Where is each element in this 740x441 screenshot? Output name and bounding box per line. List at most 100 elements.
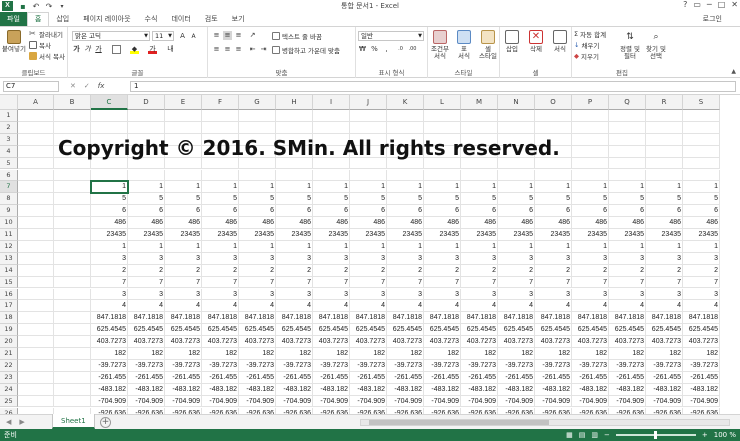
column-header-g[interactable]: G [239,95,276,110]
cell-o1[interactable] [535,110,572,122]
cell-o19[interactable]: 625.4545 [535,324,572,337]
cell-c6[interactable] [91,169,128,182]
cell-b21[interactable] [54,348,91,360]
cell-f24[interactable]: -483.182 [202,383,239,396]
cell-k2[interactable] [387,121,424,134]
cell-r6[interactable] [646,169,683,182]
cell-f9[interactable]: 6 [202,205,239,218]
cell-p22[interactable]: -39.7273 [572,359,609,372]
cell-a19[interactable] [18,324,54,337]
column-header-p[interactable]: P [572,95,609,110]
cell-q3[interactable] [609,133,646,146]
cell-n17[interactable]: 4 [498,300,535,313]
cell-n6[interactable] [498,169,535,182]
paste-button[interactable]: 붙여넣기 [2,30,26,53]
cell-d9[interactable]: 6 [128,205,165,218]
merge-center-button[interactable]: 병합하고 가운데 맞춤 [272,45,340,55]
cell-c1[interactable] [91,110,128,122]
cell-k25[interactable]: -704.909 [387,395,424,408]
cell-d19[interactable]: 625.4545 [128,324,165,337]
row-header-10[interactable]: 10 [0,217,18,229]
cell-j9[interactable]: 6 [350,205,387,218]
cell-i18[interactable]: 847.1818 [313,312,350,325]
cell-i16[interactable]: 3 [313,288,350,301]
cell-i14[interactable]: 2 [313,264,350,277]
cell-d14[interactable]: 2 [128,264,165,277]
cell-h20[interactable]: 403.7273 [276,336,313,348]
cell-a15[interactable] [18,276,54,289]
cell-c24[interactable]: -483.182 [91,383,128,396]
cell-i9[interactable]: 6 [313,205,350,218]
increase-font-icon[interactable]: A [178,32,187,41]
clear-button[interactable]: ◆ 지우기 [574,51,599,61]
cell-p23[interactable]: -261.455 [572,371,609,384]
cell-g14[interactable]: 2 [239,264,276,277]
cell-o24[interactable]: -483.182 [535,383,572,396]
cell-j2[interactable] [350,121,387,134]
cell-e2[interactable] [165,121,202,134]
column-header-e[interactable]: E [165,95,202,110]
cell-l12[interactable]: 1 [424,240,461,253]
cell-k17[interactable]: 4 [387,300,424,313]
cell-l2[interactable] [424,121,461,134]
cell-n21[interactable]: 182 [498,348,535,360]
align-left-icon[interactable]: ≡ [212,45,221,54]
cell-a10[interactable] [18,217,54,229]
font-size-select[interactable]: 11 ▼ [152,31,174,41]
cell-j18[interactable]: 847.1818 [350,312,387,325]
cell-c19[interactable]: 625.4545 [91,324,128,337]
cell-d13[interactable]: 3 [128,252,165,265]
cell-l25[interactable]: -704.909 [424,395,461,408]
cell-o25[interactable]: -704.909 [535,395,572,408]
cell-n15[interactable]: 7 [498,276,535,289]
cell-r2[interactable] [646,121,683,134]
number-format-select[interactable]: 일반 ▼ [358,31,424,41]
cell-h10[interactable]: 486 [276,217,313,229]
cell-h19[interactable]: 625.4545 [276,324,313,337]
fill-button[interactable]: ↓ 채우기 [574,40,599,50]
row-header-6[interactable]: 6 [0,169,18,182]
cell-a3[interactable] [18,133,54,146]
cell-p11[interactable]: 23435 [572,229,609,241]
cell-a23[interactable] [18,371,54,384]
cell-o16[interactable]: 3 [535,288,572,301]
cell-h14[interactable]: 2 [276,264,313,277]
cell-f13[interactable]: 3 [202,252,239,265]
cell-q18[interactable]: 847.1818 [609,312,646,325]
cell-p13[interactable]: 3 [572,252,609,265]
cell-e14[interactable]: 2 [165,264,202,277]
row-header-21[interactable]: 21 [0,348,18,360]
cell-o8[interactable]: 5 [535,193,572,206]
cell-g8[interactable]: 5 [239,193,276,206]
cell-m2[interactable] [461,121,498,134]
cell-c13[interactable]: 3 [91,252,128,265]
cell-s21[interactable]: 182 [683,348,720,360]
cell-c8[interactable]: 5 [91,193,128,206]
tab-home[interactable]: 홈 [26,12,50,26]
row-header-8[interactable]: 8 [0,193,18,206]
cell-a24[interactable] [18,383,54,396]
cell-f19[interactable]: 625.4545 [202,324,239,337]
cell-o12[interactable]: 1 [535,240,572,253]
cell-f15[interactable]: 7 [202,276,239,289]
cell-f21[interactable]: 182 [202,348,239,360]
cell-l24[interactable]: -483.182 [424,383,461,396]
cell-a25[interactable] [18,395,54,408]
zoom-level[interactable]: 100 % [714,429,736,441]
cell-r7[interactable]: 1 [646,181,683,194]
cell-f6[interactable] [202,169,239,182]
cell-o15[interactable]: 7 [535,276,572,289]
cell-m10[interactable]: 486 [461,217,498,229]
font-color-icon[interactable]: 가 [148,45,157,54]
cell-n11[interactable]: 23435 [498,229,535,241]
cell-i19[interactable]: 625.4545 [313,324,350,337]
cell-r25[interactable]: -704.909 [646,395,683,408]
cell-n25[interactable]: -704.909 [498,395,535,408]
cell-h9[interactable]: 6 [276,205,313,218]
scroll-thumb[interactable] [369,420,549,425]
cell-b20[interactable] [54,336,91,348]
cell-n22[interactable]: -39.7273 [498,359,535,372]
zoom-out-button[interactable]: − [604,429,610,441]
cell-q6[interactable] [609,169,646,182]
cell-p3[interactable] [572,133,609,146]
